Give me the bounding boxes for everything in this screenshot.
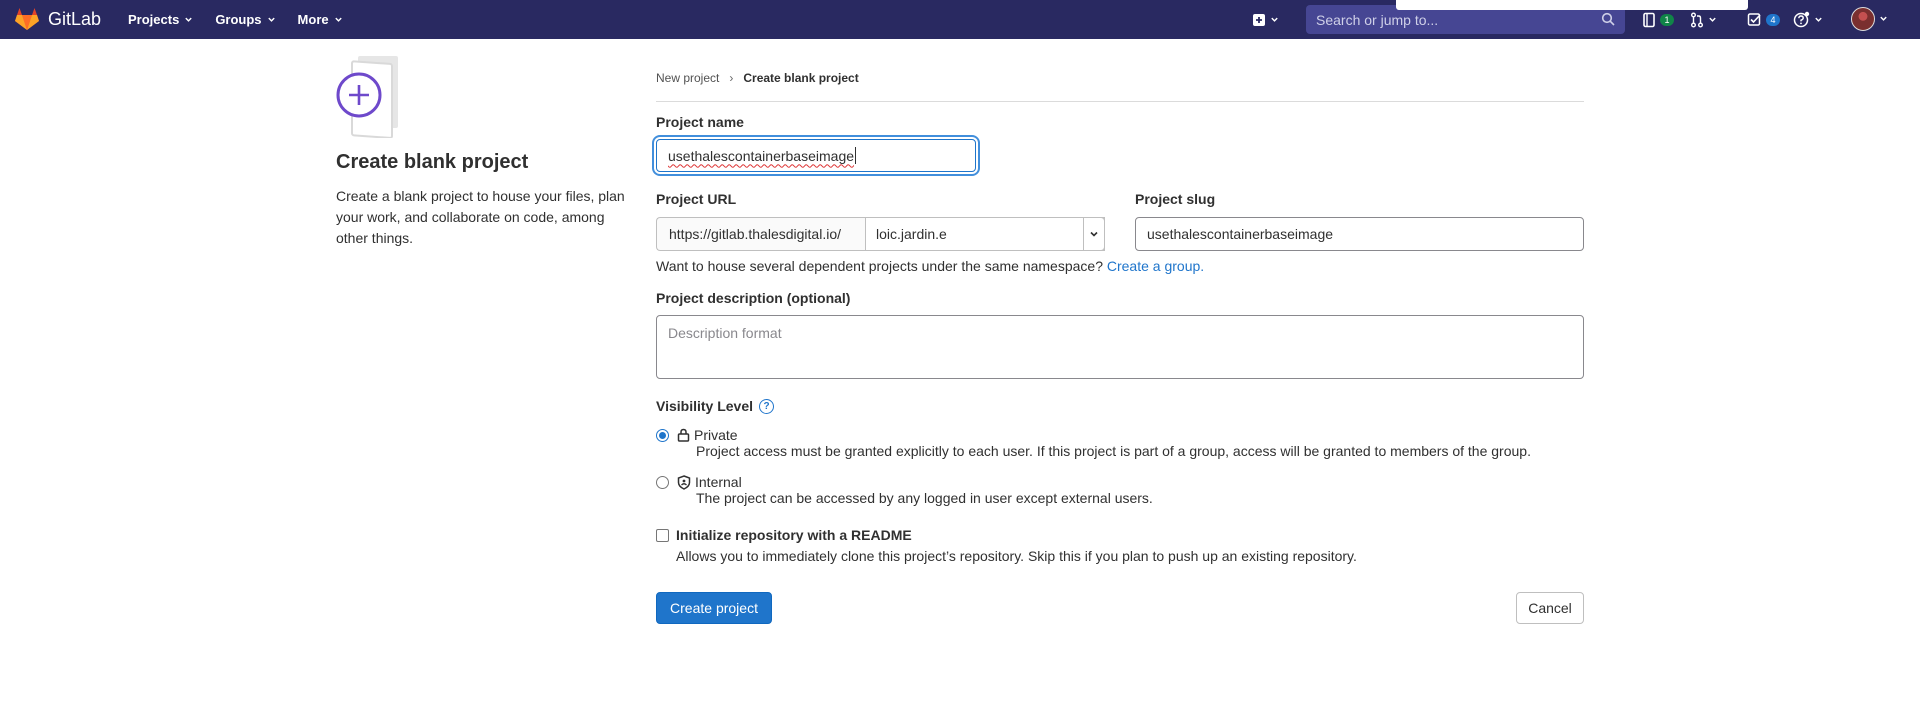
- project-url-label: Project URL: [656, 191, 737, 207]
- chevron-down-icon: [334, 17, 342, 22]
- visibility-private-radio[interactable]: [656, 429, 669, 442]
- issues-button[interactable]: 1: [1642, 8, 1674, 31]
- namespace-help-label: Want to house several dependent projects…: [656, 258, 1103, 274]
- help-icon: [1793, 11, 1810, 28]
- namespace-value: loic.jardin.e: [876, 226, 947, 242]
- chevron-down-icon: [1709, 17, 1716, 22]
- breadcrumb-separator: ›: [729, 71, 734, 85]
- main-menu: Projects Groups More: [128, 0, 343, 39]
- text-cursor: [855, 147, 857, 164]
- chevron-down-icon: [1815, 17, 1822, 22]
- nav-more[interactable]: More: [298, 12, 343, 27]
- question-icon[interactable]: ?: [759, 398, 775, 414]
- blank-project-illustration-icon: [336, 56, 398, 138]
- visibility-internal-radio[interactable]: [656, 476, 669, 489]
- visibility-private-title: Private: [694, 427, 738, 443]
- project-slug-value: usethalescontainerbaseimage: [1147, 226, 1334, 242]
- nav-groups[interactable]: Groups: [215, 12, 275, 27]
- cancel-button[interactable]: Cancel: [1516, 592, 1584, 624]
- chevron-down-icon: [1271, 17, 1278, 22]
- visibility-internal-option[interactable]: Internal: [677, 474, 742, 490]
- readme-description: Allows you to immediately clone this pro…: [676, 548, 1357, 564]
- brand-name: GitLab: [48, 8, 102, 29]
- todos-button[interactable]: 4: [1747, 8, 1780, 31]
- project-name-label: Project name: [656, 114, 744, 130]
- lock-icon: [677, 428, 690, 442]
- chevron-down-icon: [185, 17, 193, 22]
- nav-more-label: More: [297, 12, 329, 27]
- nav-projects[interactable]: Projects: [128, 12, 193, 27]
- visibility-label: Visibility Level ?: [656, 398, 775, 414]
- search-placeholder: Search or jump to...: [1316, 11, 1439, 28]
- user-menu-button[interactable]: [1851, 6, 1888, 31]
- help-button[interactable]: [1793, 8, 1823, 31]
- page-title: Create blank project: [336, 151, 529, 173]
- namespace-help-text: Want to house several dependent projects…: [656, 258, 1204, 274]
- gitlab-logo-icon: [15, 8, 39, 30]
- readme-label[interactable]: Initialize repository with a README: [676, 527, 912, 543]
- divider: [656, 101, 1584, 102]
- description-placeholder: Description format: [668, 325, 782, 341]
- merge-requests-button[interactable]: [1690, 8, 1717, 31]
- todos-count-badge: 4: [1766, 13, 1780, 26]
- breadcrumb-current: Create blank project: [743, 71, 859, 85]
- project-slug-input[interactable]: usethalescontainerbaseimage: [1135, 217, 1584, 251]
- project-name-value: usethalescontainerbaseimage: [668, 147, 855, 164]
- readme-checkbox[interactable]: [656, 529, 669, 542]
- visibility-internal-title: Internal: [695, 474, 742, 490]
- breadcrumb: New project › Create blank project: [656, 71, 859, 85]
- issues-icon: [1643, 12, 1655, 27]
- chevron-down-icon: [1090, 231, 1098, 237]
- visibility-internal-description: The project can be accessed by any logge…: [696, 490, 1153, 506]
- visibility-label-text: Visibility Level: [656, 398, 754, 414]
- description-textarea[interactable]: Description format: [656, 315, 1584, 379]
- issues-count-badge: 1: [1660, 13, 1674, 26]
- namespace-dropdown-toggle[interactable]: [1083, 217, 1105, 251]
- create-project-button[interactable]: Create project: [656, 592, 772, 624]
- chevron-down-icon: [1880, 16, 1887, 21]
- todo-check-icon: [1747, 13, 1761, 26]
- page-description: Create a blank project to house your fil…: [336, 188, 625, 246]
- visibility-private-description: Project access must be granted explicitl…: [696, 443, 1531, 459]
- breadcrumb-new-project[interactable]: New project: [656, 71, 719, 85]
- visibility-private-option[interactable]: Private: [677, 427, 738, 443]
- avatar: [1851, 6, 1875, 31]
- namespace-select[interactable]: loic.jardin.e: [865, 217, 1105, 251]
- plus-square-icon: [1253, 13, 1265, 26]
- new-dropdown-button[interactable]: [1252, 8, 1279, 31]
- nav-groups-label: Groups: [215, 12, 262, 27]
- brand-link[interactable]: GitLab: [14, 7, 101, 31]
- project-slug-label: Project slug: [1135, 191, 1216, 207]
- shield-icon: [677, 474, 691, 490]
- top-navbar: GitLab Projects Groups More Search or ju…: [0, 0, 1920, 39]
- create-group-link[interactable]: Create a group.: [1107, 258, 1204, 274]
- merge-request-icon: [1691, 12, 1703, 27]
- description-label: Project description (optional): [656, 290, 851, 306]
- url-prefix: https://gitlab.thalesdigital.io/: [656, 217, 866, 251]
- chevron-down-icon: [267, 17, 275, 22]
- search-icon: [1601, 12, 1615, 26]
- nav-projects-label: Projects: [128, 12, 180, 27]
- project-name-input[interactable]: usethalescontainerbaseimage: [656, 139, 976, 172]
